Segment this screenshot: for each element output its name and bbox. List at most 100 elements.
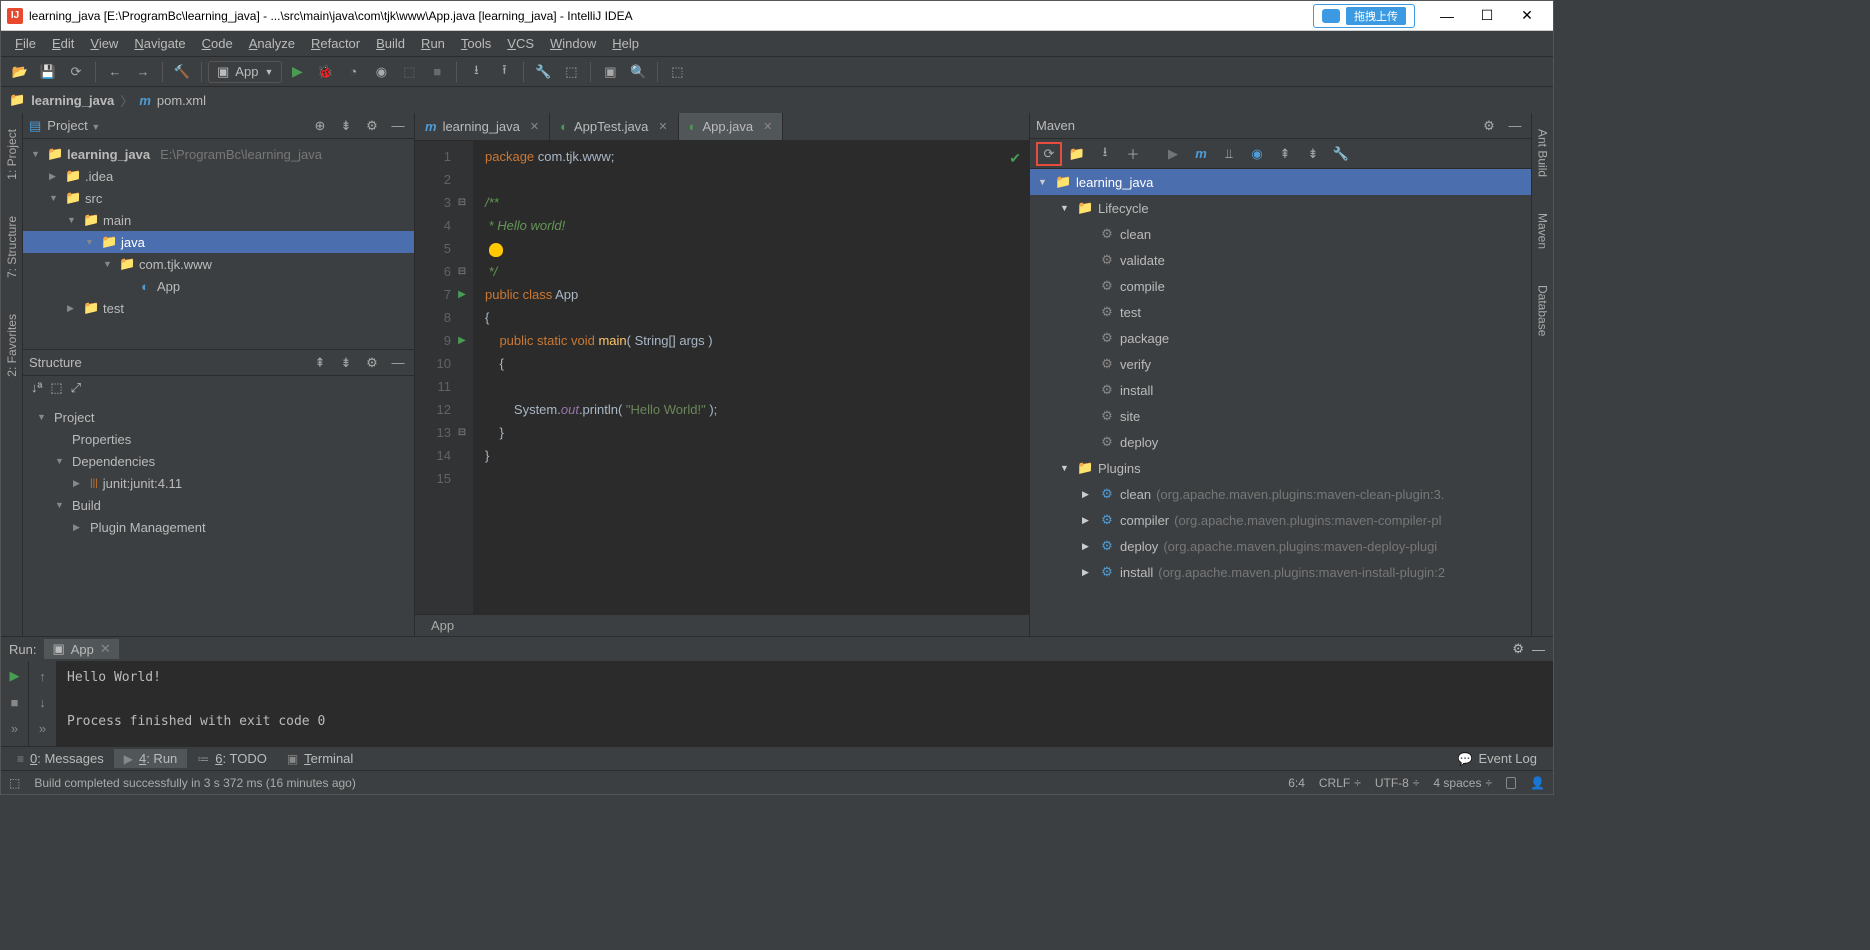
menu-window[interactable]: Window (542, 33, 604, 54)
sort-icon[interactable]: ↓ª (31, 380, 42, 396)
code-editor[interactable]: 123456789101112131415⊟⊟▶▶⊟ ✔package com.… (415, 141, 1029, 614)
sync-icon[interactable]: ⟳ (63, 60, 89, 84)
window-close-button[interactable]: ✕ (1507, 3, 1547, 29)
forward-icon[interactable]: → (130, 60, 156, 84)
close-icon[interactable]: ✕ (530, 120, 539, 133)
side-tab[interactable]: Database (1534, 279, 1552, 342)
filter-icon[interactable]: ⬚ (50, 380, 62, 396)
editor-breadcrumb[interactable]: App (415, 614, 1029, 636)
more-icon[interactable]: » (32, 717, 54, 739)
menu-run[interactable]: Run (413, 33, 453, 54)
collapse-icon[interactable]: ⇟ (336, 353, 356, 373)
stop-button[interactable]: ■ (424, 60, 450, 84)
run-tab[interactable]: ▣ App ✕ (44, 639, 118, 659)
maven-row[interactable]: ⚙site (1030, 403, 1531, 429)
menu-code[interactable]: Code (194, 33, 241, 54)
skip-tests-icon[interactable]: ◉ (1244, 142, 1270, 166)
back-icon[interactable]: ← (102, 60, 128, 84)
event-log-tab[interactable]: 💬 Event Log (1448, 749, 1548, 768)
attach-icon[interactable]: ⬚ (396, 60, 422, 84)
editor-tab[interactable]: ◐AppTest.java✕ (550, 113, 679, 140)
close-icon[interactable]: ✕ (763, 120, 772, 133)
collapse-all-icon[interactable]: ⇞ (1272, 142, 1298, 166)
add-maven-icon[interactable]: ＋ (1120, 142, 1146, 166)
hide-panel-icon[interactable]: — (388, 353, 408, 373)
editor-gutter[interactable]: 123456789101112131415⊟⊟▶▶⊟ (415, 141, 473, 614)
bottom-tab[interactable]: ▶4: Run (114, 749, 188, 768)
maven-row[interactable]: ▶⚙clean (org.apache.maven.plugins:maven-… (1030, 481, 1531, 507)
tree-row[interactable]: ▼📁learning_javaE:\ProgramBc\learning_jav… (23, 143, 414, 165)
tree-row[interactable]: ▶📁test (23, 297, 414, 319)
maven-row[interactable]: ⚙install (1030, 377, 1531, 403)
run-maven-icon[interactable]: ▶ (1160, 142, 1186, 166)
vcs-commit-icon[interactable]: ⭱ (491, 60, 517, 84)
structure-row[interactable]: ▼Project (23, 406, 414, 428)
debug-button[interactable]: 🐞 (312, 60, 338, 84)
hide-panel-icon[interactable]: — (1532, 642, 1545, 657)
structure-tree[interactable]: ▼ProjectProperties▼Dependencies▶|||junit… (23, 400, 414, 544)
maven-row[interactable]: ⚙verify (1030, 351, 1531, 377)
expand-all-icon[interactable]: ⇟ (1300, 142, 1326, 166)
run-button[interactable]: ▶ (284, 60, 310, 84)
vcs-update-icon[interactable]: ⭳ (463, 60, 489, 84)
save-all-icon[interactable]: 💾 (35, 60, 61, 84)
run-config-selector[interactable]: ▣ App ▼ (208, 61, 282, 83)
window-maximize-button[interactable]: ☐ (1467, 3, 1507, 29)
tree-row[interactable]: ▼📁main (23, 209, 414, 231)
build-icon[interactable]: 🔨 (169, 60, 195, 84)
maven-row[interactable]: ⚙test (1030, 299, 1531, 325)
menu-tools[interactable]: Tools (453, 33, 499, 54)
caret-position[interactable]: 6:4 (1288, 776, 1305, 790)
side-tab[interactable]: 7: Structure (3, 210, 21, 284)
indent-setting[interactable]: 4 spaces ÷ (1433, 776, 1492, 790)
maven-row[interactable]: ▶⚙deploy (org.apache.maven.plugins:maven… (1030, 533, 1531, 559)
structure-row[interactable]: Properties (23, 428, 414, 450)
close-icon[interactable]: ✕ (100, 641, 111, 657)
ide-features-icon[interactable]: ⬚ (664, 60, 690, 84)
toggle-offline-icon[interactable]: ⫫ (1216, 142, 1242, 166)
gear-icon[interactable]: ⚙ (362, 116, 382, 136)
maven-row[interactable]: ▶⚙compiler (org.apache.maven.plugins:mav… (1030, 507, 1531, 533)
breadcrumb-file[interactable]: pom.xml (157, 93, 206, 108)
drag-upload-badge[interactable]: 拖拽上传 (1313, 4, 1415, 28)
maven-row[interactable]: ▼📁learning_java (1030, 169, 1531, 195)
menu-help[interactable]: Help (604, 33, 647, 54)
generate-sources-icon[interactable]: 📁 (1064, 142, 1090, 166)
editor-tab[interactable]: mlearning_java✕ (415, 113, 550, 140)
structure-row[interactable]: ▼Dependencies (23, 450, 414, 472)
project-structure-icon[interactable]: ⬚ (558, 60, 584, 84)
side-tab[interactable]: 2: Favorites (3, 308, 21, 383)
menu-vcs[interactable]: VCS (499, 33, 542, 54)
hector-icon[interactable]: 👤 (1530, 776, 1545, 790)
expand-icon[interactable]: ⇞ (310, 353, 330, 373)
menu-refactor[interactable]: Refactor (303, 33, 368, 54)
file-encoding[interactable]: UTF-8 ÷ (1375, 776, 1420, 790)
menu-navigate[interactable]: Navigate (126, 33, 193, 54)
gear-icon[interactable]: ⚙ (1479, 116, 1499, 136)
bottom-tab[interactable]: ≡0: Messages (7, 749, 114, 768)
maven-tree[interactable]: ▼📁learning_java▼📁Lifecycle⚙clean⚙validat… (1030, 169, 1531, 636)
window-minimize-button[interactable]: — (1427, 3, 1467, 29)
coverage-icon[interactable]: ◔ (340, 60, 366, 84)
gear-icon[interactable]: ⚙ (1512, 641, 1524, 657)
project-panel-title[interactable]: Project (47, 118, 87, 133)
line-separator[interactable]: CRLF ÷ (1319, 776, 1361, 790)
editor-tab[interactable]: ◐App.java✕ (679, 113, 784, 140)
maven-row[interactable]: ⚙deploy (1030, 429, 1531, 455)
open-icon[interactable]: 📂 (7, 60, 33, 84)
up-icon[interactable]: ↑ (32, 665, 54, 687)
tree-row[interactable]: ▶📁.idea (23, 165, 414, 187)
gear-icon[interactable]: ⚙ (362, 353, 382, 373)
profile-icon[interactable]: ◉ (368, 60, 394, 84)
tree-row[interactable]: ▼📁java (23, 231, 414, 253)
side-tab[interactable]: Maven (1534, 207, 1552, 255)
maven-row[interactable]: ▶⚙install (org.apache.maven.plugins:mave… (1030, 559, 1531, 585)
tree-row[interactable]: ▼📁com.tjk.www (23, 253, 414, 275)
side-tab[interactable]: Ant Build (1534, 123, 1552, 183)
code-area[interactable]: ✔package com.tjk.www; /** * Hello world!… (473, 141, 1029, 614)
menu-view[interactable]: View (82, 33, 126, 54)
project-tree[interactable]: ▼📁learning_javaE:\ProgramBc\learning_jav… (23, 139, 414, 349)
run-console[interactable]: Hello World! Process finished with exit … (57, 661, 1553, 746)
menu-edit[interactable]: Edit (44, 33, 82, 54)
intention-bulb-icon[interactable] (489, 243, 503, 257)
